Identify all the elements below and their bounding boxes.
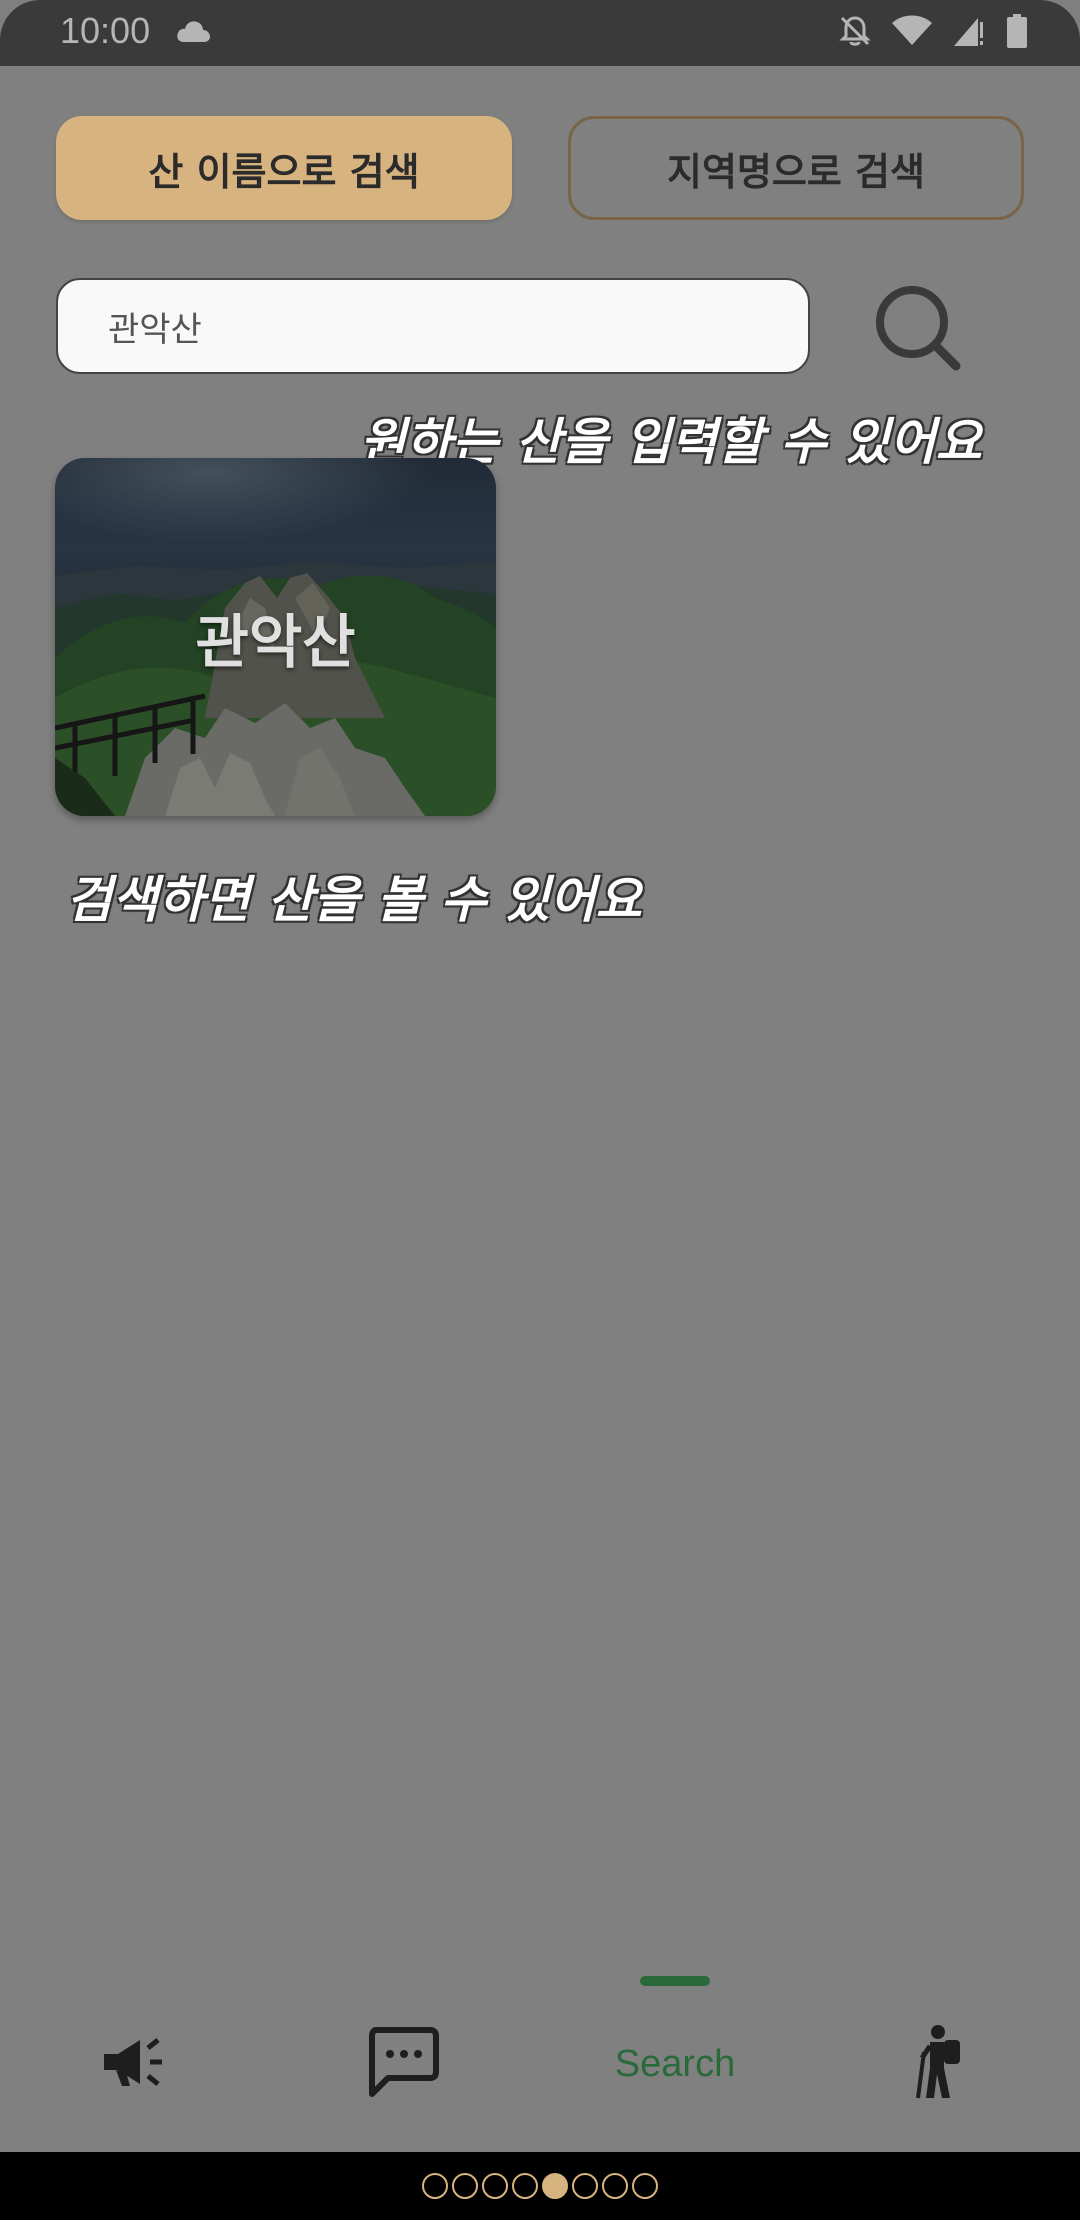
active-tab-indicator	[640, 1976, 710, 1986]
pager-dot	[452, 2173, 478, 2199]
pager-dot-active	[542, 2173, 568, 2199]
search-by-region-name-button[interactable]: 지역명으로 검색	[568, 116, 1024, 220]
battery-icon	[1006, 14, 1028, 52]
pager-dot	[602, 2173, 628, 2199]
search-by-mountain-name-button[interactable]: 산 이름으로 검색	[56, 116, 512, 220]
pager-dot	[512, 2173, 538, 2199]
cloud-icon	[176, 18, 212, 48]
search-by-region-name-label: 지역명으로 검색	[667, 149, 925, 194]
notifications-off-icon	[838, 14, 872, 52]
system-nav-bar	[0, 2152, 1080, 2220]
mountain-card[interactable]: 관악산	[55, 458, 496, 816]
pager-dot	[482, 2173, 508, 2199]
result-hint: 검색하면 산을 볼 수 있어요	[66, 871, 642, 929]
pager-dot	[422, 2173, 448, 2199]
search-input[interactable]: 관악산	[56, 278, 810, 374]
mountain-name: 관악산	[195, 608, 356, 676]
status-icons	[838, 14, 1028, 52]
signal-icon	[952, 14, 986, 52]
tab-hiking[interactable]	[912, 2024, 972, 2104]
tab-search[interactable]: Search	[600, 2024, 750, 2104]
wifi-icon	[892, 15, 932, 51]
tab-notice[interactable]	[96, 2024, 174, 2104]
status-bar: 10:00	[0, 0, 1080, 66]
megaphone-icon	[100, 2032, 170, 2096]
hiker-icon	[914, 2024, 970, 2104]
status-time: 10:00	[60, 10, 151, 51]
pager-dot	[572, 2173, 598, 2199]
chat-icon	[366, 2026, 440, 2102]
tab-search-label: Search	[614, 2042, 736, 2085]
search-button[interactable]	[872, 282, 964, 374]
search-by-mountain-name-label: 산 이름으로 검색	[148, 149, 420, 194]
search-icon	[872, 286, 964, 378]
search-input-value: 관악산	[108, 309, 202, 350]
tab-chat[interactable]	[366, 2024, 440, 2104]
pager-dot	[632, 2173, 658, 2199]
